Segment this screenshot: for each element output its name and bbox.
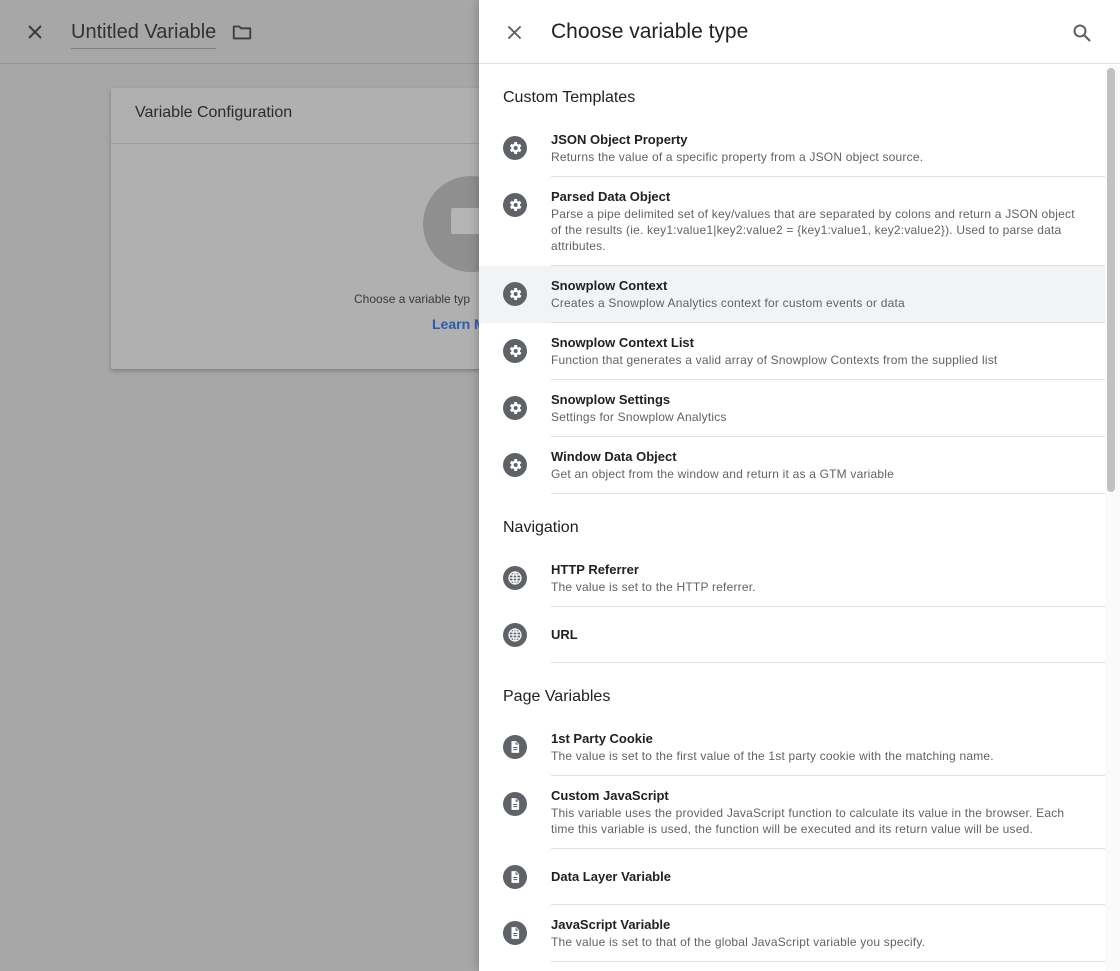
variable-type-item[interactable]: Snowplow Settings Settings for Snowplow A… bbox=[479, 380, 1105, 437]
item-name: URL bbox=[551, 627, 578, 642]
gear-icon bbox=[503, 193, 527, 217]
scrollbar-thumb[interactable] bbox=[1107, 68, 1115, 492]
variable-type-item[interactable]: Snowplow Context Creates a Snowplow Analy… bbox=[479, 266, 1105, 323]
item-text: Data Layer Variable bbox=[551, 849, 1105, 905]
item-text: Parsed Data Object Parse a pipe delimited… bbox=[551, 177, 1105, 266]
variable-type-item[interactable]: Data Layer Variable bbox=[479, 849, 1105, 905]
document-icon bbox=[503, 921, 527, 945]
item-description: The value is set to the HTTP referrer. bbox=[551, 580, 756, 594]
variable-type-item[interactable]: 1st Party Cookie The value is set to the … bbox=[479, 719, 1105, 776]
folder-icon[interactable] bbox=[231, 21, 253, 43]
item-text: Undefined Value bbox=[551, 962, 1105, 971]
item-text: JSON Object Property Returns the value of… bbox=[551, 120, 1105, 177]
globe-icon bbox=[503, 566, 527, 590]
item-name: Custom JavaScript bbox=[551, 788, 669, 803]
section-title: Custom Templates bbox=[503, 89, 636, 106]
item-description: The value is set to the first value of t… bbox=[551, 749, 994, 763]
item-description: Function that generates a valid array of… bbox=[551, 353, 998, 367]
item-name: Parsed Data Object bbox=[551, 189, 671, 204]
document-icon bbox=[503, 735, 527, 759]
item-description: Settings for Snowplow Analytics bbox=[551, 410, 727, 424]
variable-type-item[interactable]: HTTP Referrer The value is set to the HTT… bbox=[479, 550, 1105, 607]
editor-close-icon[interactable] bbox=[20, 17, 50, 47]
item-description: This variable uses the provided JavaScri… bbox=[551, 806, 1065, 836]
globe-icon bbox=[503, 623, 527, 647]
item-name: JSON Object Property bbox=[551, 132, 688, 147]
learn-more-link[interactable]: Learn M bbox=[432, 316, 486, 332]
variable-type-item[interactable]: Snowplow Context List Function that gener… bbox=[479, 323, 1105, 380]
item-text: Custom JavaScript This variable uses the … bbox=[551, 776, 1105, 849]
close-icon[interactable] bbox=[500, 18, 528, 46]
variable-name-field[interactable]: Untitled Variable bbox=[71, 19, 217, 49]
gear-icon bbox=[503, 453, 527, 477]
item-name: HTTP Referrer bbox=[551, 562, 639, 577]
item-text: Window Data Object Get an object from the… bbox=[551, 437, 1105, 494]
item-text: Snowplow Context Creates a Snowplow Analy… bbox=[551, 266, 1105, 323]
variable-type-item[interactable]: JSON Object Property Returns the value of… bbox=[479, 120, 1105, 177]
item-description: Get an object from the window and return… bbox=[551, 467, 895, 481]
document-icon bbox=[503, 792, 527, 816]
section-title: Page Variables bbox=[503, 688, 611, 705]
item-text: URL bbox=[551, 607, 1105, 663]
choose-variable-type-drawer: Choose variable type Custom Templates JSO… bbox=[479, 0, 1120, 971]
variable-type-item[interactable]: Custom JavaScript This variable uses the … bbox=[479, 776, 1105, 849]
section-title: Navigation bbox=[503, 519, 579, 536]
item-text: 1st Party Cookie The value is set to the … bbox=[551, 719, 1105, 776]
item-text: Snowplow Settings Settings for Snowplow A… bbox=[551, 380, 1105, 437]
search-icon[interactable] bbox=[1068, 19, 1096, 47]
gear-icon bbox=[503, 339, 527, 363]
item-name: Snowplow Settings bbox=[551, 392, 671, 407]
variable-type-item[interactable]: Window Data Object Get an object from the… bbox=[479, 437, 1105, 494]
variable-type-item[interactable]: Undefined Value bbox=[479, 962, 1105, 971]
item-text: JavaScript Variable The value is set to t… bbox=[551, 905, 1105, 962]
variable-type-item[interactable]: Parsed Data Object Parse a pipe delimited… bbox=[479, 177, 1105, 266]
item-description: Creates a Snowplow Analytics context for… bbox=[551, 296, 905, 310]
item-name: Snowplow Context bbox=[551, 278, 668, 293]
item-name: Snowplow Context List bbox=[551, 335, 694, 350]
item-name: 1st Party Cookie bbox=[551, 731, 653, 746]
item-name: Data Layer Variable bbox=[551, 869, 671, 884]
document-icon bbox=[503, 865, 527, 889]
gear-icon bbox=[503, 282, 527, 306]
item-description: Parse a pipe delimited set of key/values… bbox=[551, 207, 1075, 253]
variable-type-item[interactable]: URL bbox=[479, 607, 1105, 663]
variable-type-item[interactable]: JavaScript Variable The value is set to t… bbox=[479, 905, 1105, 962]
variable-type-list: Custom Templates JSON Object Property Retu… bbox=[479, 64, 1105, 971]
drawer-header: Choose variable type bbox=[479, 0, 1120, 64]
item-description: The value is set to that of the global J… bbox=[551, 935, 926, 949]
gear-icon bbox=[503, 136, 527, 160]
item-name: Window Data Object bbox=[551, 449, 677, 464]
card-title: Variable Configuration bbox=[135, 104, 293, 121]
item-text: Snowplow Context List Function that gener… bbox=[551, 323, 1105, 380]
card-hint: Choose a variable typ bbox=[354, 292, 471, 306]
item-name: JavaScript Variable bbox=[551, 917, 671, 932]
gear-icon bbox=[503, 396, 527, 420]
item-text: HTTP Referrer The value is set to the HTT… bbox=[551, 550, 1105, 607]
item-description: Returns the value of a specific property… bbox=[551, 150, 924, 164]
drawer-title: Choose variable type bbox=[551, 20, 749, 43]
